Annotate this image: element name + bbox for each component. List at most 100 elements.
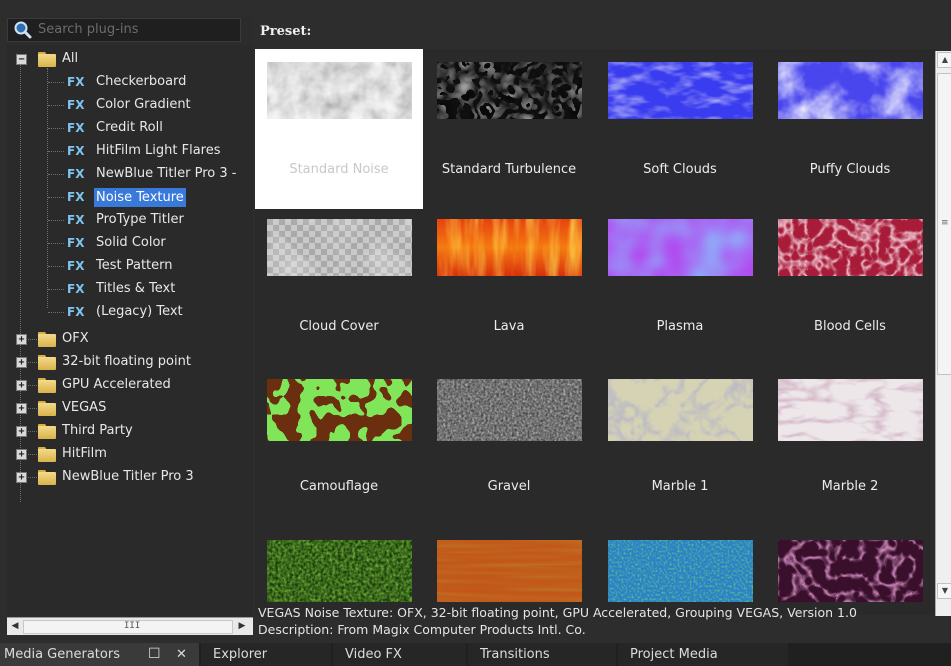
expand-toggle[interactable]: + [16,403,27,414]
preset-tile[interactable]: Blood Cells [766,206,934,366]
tab-transitions[interactable]: Transitions [468,643,616,666]
preset-caption: Plasma [656,319,704,334]
tree-guide [48,266,64,267]
tree-guide [48,128,64,129]
tab-explorer[interactable]: Explorer [201,643,331,666]
tree-node-fx[interactable]: FX Titles & Text [7,278,253,300]
scroll-thumb[interactable]: III [23,620,233,634]
preset-tile[interactable]: Standard Noise [255,49,423,209]
soft-clouds-thumbnail [608,62,753,119]
expand-toggle[interactable]: + [16,380,27,391]
wood-thumbnail [437,540,582,602]
preset-caption: Camouflage [299,479,379,494]
preset-tile[interactable]: Plasma [596,206,764,366]
tree-label-fx: (Legacy) Text [96,304,183,319]
close-icon[interactable]: ✕ [176,643,187,666]
fx-icon: FX [67,190,85,204]
tree-node-all[interactable]: − All [7,48,247,70]
tree-node-folder[interactable]: + HitFilm [7,443,253,465]
tab-project-media[interactable]: Project Media [618,643,788,666]
preset-caption: Gravel [487,479,531,494]
tree-node-fx[interactable]: FX Test Pattern [7,255,253,277]
tree-label-fx: NewBlue Titler Pro 3 - [96,166,237,181]
description-line-1: VEGAS Noise Texture: OFX, 32-bit floatin… [258,605,857,620]
tree-guide [28,385,37,386]
expand-toggle[interactable]: + [16,357,27,368]
restore-window-icon[interactable]: ☐ [148,643,161,666]
tab-label: Explorer [213,647,268,662]
tree-guide [28,408,37,409]
tree-node-fx[interactable]: FX NewBlue Titler Pro 3 - [7,163,253,185]
preset-tile[interactable]: Marble 1 [596,366,764,526]
tree-node-fx[interactable]: FX Solid Color [7,232,253,254]
preset-tile[interactable] [425,521,593,615]
media-generators-window: − All FX Checkerboard FX Color Gradient FX Cr… [0,0,951,666]
scroll-down-icon[interactable]: ▼ [937,583,951,599]
expand-toggle[interactable]: + [16,449,27,460]
folder-icon [38,331,56,347]
tree-node-folder[interactable]: +32-bit floating point [7,351,253,373]
tree-guide [48,82,64,83]
fx-icon: FX [67,282,85,296]
folder-icon [38,400,56,416]
tree-node-folder[interactable]: + GPU Accelerated [7,374,253,396]
tree-node-fx[interactable]: FX (Legacy) Text [7,301,253,323]
preset-caption: Soft Clouds [643,162,717,177]
marble-1-thumbnail [608,379,753,441]
grass-thumbnail [267,540,412,602]
gravel-thumbnail [437,379,582,441]
scroll-right-icon[interactable]: ▶ [236,620,248,632]
scroll-thumb[interactable]: ≡ [937,73,951,375]
tree-guide [48,289,64,290]
tree-node-fx[interactable]: FX Noise Texture [7,186,253,208]
tree-label-fx: Titles & Text [96,281,176,296]
tree-guide [48,197,64,198]
preset-tile[interactable]: Camouflage [255,366,423,526]
preset-tile[interactable] [255,521,423,615]
tree-node-folder[interactable]: + VEGAS [7,397,253,419]
preset-tile[interactable]: Puffy Clouds [766,49,934,209]
expand-toggle[interactable]: + [16,472,27,483]
tree-node-fx[interactable]: FX HitFilm Light Flares [7,140,253,162]
tree-node-folder[interactable]: + Third Party [7,420,253,442]
tree-node-folder[interactable]: + OFX [7,328,253,350]
tree-node-folder[interactable]: + NewBlue Titler Pro 3 [7,466,253,488]
preset-caption: Standard Noise [289,162,389,177]
tree-node-fx[interactable]: FX Credit Roll [7,117,253,139]
expand-toggle[interactable]: + [16,426,27,437]
fx-icon: FX [67,305,85,319]
preset-tile[interactable]: Marble 2 [766,366,934,526]
preset-tile[interactable] [766,521,934,615]
preset-tile[interactable]: Cloud Cover [255,206,423,366]
plugin-tree: − All FX Checkerboard FX Color Gradient FX Cr… [7,45,253,615]
tree-guide [28,339,37,340]
preset-tile[interactable]: Standard Turbulence [425,49,593,209]
folder-icon [38,354,56,370]
collapse-toggle[interactable]: − [16,54,27,65]
tree-node-fx[interactable]: FX Checkerboard [7,71,253,93]
preset-tile[interactable]: Lava [425,206,593,366]
expand-toggle[interactable]: + [16,334,27,345]
horizontal-scrollbar[interactable]: ◀ III ▶ [7,617,253,635]
tab-media-generators[interactable]: Media Generators ☐ ✕ [0,643,199,666]
preset-tile[interactable]: Soft Clouds [596,49,764,209]
tree-node-fx[interactable]: FX ProType Titler [7,209,253,231]
tree-guide [28,477,37,478]
tree-guide [48,243,64,244]
tree-label-all: All [62,51,79,66]
tree-guide [28,362,37,363]
search-input[interactable] [38,20,236,38]
scroll-up-icon[interactable]: ▲ [937,52,951,68]
tree-label-fx: Test Pattern [96,258,173,273]
vertical-scrollbar[interactable]: ▲ ≡ ▼ [935,51,951,616]
tab-video-fx[interactable]: Video FX [333,643,466,666]
preset-tile[interactable] [596,521,764,615]
preset-caption: Marble 1 [651,479,709,494]
scroll-left-icon[interactable]: ◀ [9,620,21,632]
tree-node-fx[interactable]: FX Color Gradient [7,94,253,116]
preset-tile[interactable]: Gravel [425,366,593,526]
tab-label: Project Media [630,647,718,662]
tree-label-folder: GPU Accelerated [62,377,171,392]
preset-caption: Marble 2 [821,479,879,494]
search-box[interactable] [7,18,241,42]
